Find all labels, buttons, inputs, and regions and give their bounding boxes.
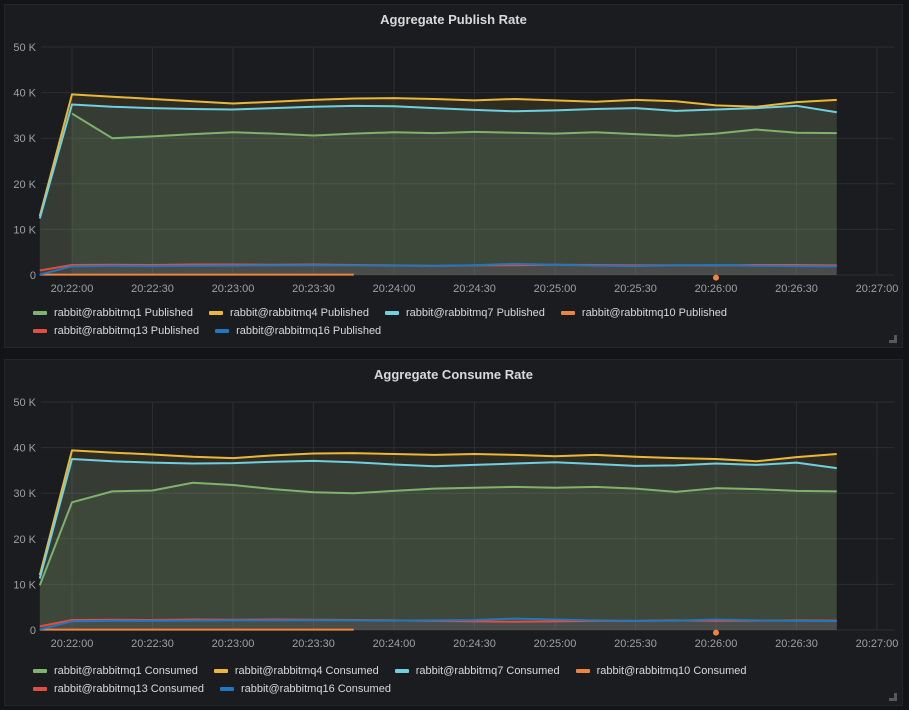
legend-item-label: rabbit@rabbitmq10 Published xyxy=(582,307,727,319)
legend-item-label: rabbit@rabbitmq16 Published xyxy=(236,325,381,337)
legend-swatch-icon xyxy=(561,311,575,315)
legend-swatch-icon xyxy=(395,669,409,673)
legend-item[interactable]: rabbit@rabbitmq1 Published xyxy=(33,307,193,319)
x-axis-tick-label: 20:24:30 xyxy=(453,638,496,650)
y-axis-tick-label: 0 xyxy=(30,625,36,637)
legend-item-label: rabbit@rabbitmq4 Consumed xyxy=(235,665,379,677)
panel-aggregate-consume-rate: Aggregate Consume Rate 010 K20 K30 K40 K… xyxy=(4,359,903,706)
legend-swatch-icon xyxy=(33,669,47,673)
x-axis-tick-label: 20:23:00 xyxy=(212,283,255,295)
legend-item-label: rabbit@rabbitmq7 Published xyxy=(406,307,545,319)
y-axis-tick-label: 40 K xyxy=(13,88,36,100)
legend-item[interactable]: rabbit@rabbitmq7 Consumed xyxy=(395,665,560,677)
legend-swatch-icon xyxy=(33,687,47,691)
legend-item-label: rabbit@rabbitmq13 Consumed xyxy=(54,683,204,695)
x-axis-tick-label: 20:22:30 xyxy=(131,638,174,650)
legend-item[interactable]: rabbit@rabbitmq16 Consumed xyxy=(220,683,391,695)
series-area xyxy=(40,104,837,275)
x-axis-tick-label: 20:26:00 xyxy=(695,283,738,295)
legend-item-label: rabbit@rabbitmq7 Consumed xyxy=(416,665,560,677)
legend-item[interactable]: rabbit@rabbitmq7 Published xyxy=(385,307,545,319)
time-series-graph[interactable]: 0 10 K 20 K 30 K 40 K 50 K 20:22:00 20:22:30 20:… xyxy=(5,5,902,301)
y-axis-tick-label: 20 K xyxy=(13,179,36,191)
y-axis-tick-label: 10 K xyxy=(13,224,36,236)
y-axis-tick-label: 50 K xyxy=(13,397,36,409)
x-axis-tick-label: 20:26:30 xyxy=(775,283,818,295)
series-point xyxy=(713,630,719,636)
legend-swatch-icon xyxy=(209,311,223,315)
series-area xyxy=(40,459,837,630)
legend-swatch-icon xyxy=(385,311,399,315)
series-point xyxy=(713,275,719,281)
legend-item-label: rabbit@rabbitmq10 Consumed xyxy=(597,665,747,677)
x-axis-tick-label: 20:25:00 xyxy=(534,283,577,295)
y-axis-tick-label: 0 xyxy=(30,270,36,282)
x-axis-tick-label: 20:22:30 xyxy=(131,283,174,295)
graph-legend: rabbit@rabbitmq1 Consumed rabbit@rabbitmq… xyxy=(33,665,882,695)
x-axis-tick-label: 20:23:30 xyxy=(292,638,335,650)
x-axis-tick-label: 20:22:00 xyxy=(51,283,94,295)
legend-item-label: rabbit@rabbitmq16 Consumed xyxy=(241,683,391,695)
x-axis-tick-label: 20:26:00 xyxy=(695,638,738,650)
x-axis-tick-label: 20:25:30 xyxy=(614,638,657,650)
x-axis-tick-label: 20:23:00 xyxy=(212,638,255,650)
x-axis-tick-label: 20:23:30 xyxy=(292,283,335,295)
panel-aggregate-publish-rate: Aggregate Publish Rate 010 K20 K30 K40 K… xyxy=(4,4,903,348)
legend-item-label: rabbit@rabbitmq1 Published xyxy=(54,307,193,319)
legend-item[interactable]: rabbit@rabbitmq16 Published xyxy=(215,325,381,337)
legend-item[interactable]: rabbit@rabbitmq1 Consumed xyxy=(33,665,198,677)
legend-swatch-icon xyxy=(215,329,229,333)
legend-item[interactable]: rabbit@rabbitmq4 Consumed xyxy=(214,665,379,677)
x-axis-tick-label: 20:24:30 xyxy=(453,283,496,295)
legend-swatch-icon xyxy=(214,669,228,673)
x-axis-tick-label: 20:25:00 xyxy=(534,638,577,650)
x-axis-tick-label: 20:27:00 xyxy=(856,638,899,650)
x-axis-tick-label: 20:25:30 xyxy=(614,283,657,295)
legend-item-label: rabbit@rabbitmq4 Published xyxy=(230,307,369,319)
graph-legend: rabbit@rabbitmq1 Published rabbit@rabbitm… xyxy=(33,307,882,337)
grafana-dashboard: { "theme": { "page_bg": "#131417", "pane… xyxy=(0,0,909,710)
legend-item[interactable]: rabbit@rabbitmq13 Consumed xyxy=(33,683,204,695)
x-axis-tick-label: 20:22:00 xyxy=(51,638,94,650)
x-axis-tick-label: 20:27:00 xyxy=(856,283,899,295)
legend-swatch-icon xyxy=(576,669,590,673)
y-axis-tick-label: 40 K xyxy=(13,443,36,455)
legend-item-label: rabbit@rabbitmq1 Consumed xyxy=(54,665,198,677)
x-axis-tick-label: 20:24:00 xyxy=(373,283,416,295)
panel-resize-handle[interactable] xyxy=(889,693,897,701)
legend-item-label: rabbit@rabbitmq13 Published xyxy=(54,325,199,337)
legend-item[interactable]: rabbit@rabbitmq4 Published xyxy=(209,307,369,319)
legend-swatch-icon xyxy=(33,311,47,315)
legend-item[interactable]: rabbit@rabbitmq10 Consumed xyxy=(576,665,747,677)
legend-item[interactable]: rabbit@rabbitmq10 Published xyxy=(561,307,727,319)
y-axis-tick-label: 10 K xyxy=(13,579,36,591)
y-axis-tick-label: 20 K xyxy=(13,534,36,546)
y-axis-tick-label: 30 K xyxy=(13,488,36,500)
y-axis-tick-label: 50 K xyxy=(13,42,36,54)
x-axis-tick-label: 20:26:30 xyxy=(775,638,818,650)
y-axis-tick-label: 30 K xyxy=(13,133,36,145)
legend-swatch-icon xyxy=(220,687,234,691)
x-axis-tick-label: 20:24:00 xyxy=(373,638,416,650)
time-series-graph[interactable]: 0 10 K 20 K 30 K 40 K 50 K 20:22:00 20:22:30 20:… xyxy=(5,360,902,656)
legend-item[interactable]: rabbit@rabbitmq13 Published xyxy=(33,325,199,337)
panel-resize-handle[interactable] xyxy=(889,335,897,343)
legend-swatch-icon xyxy=(33,329,47,333)
